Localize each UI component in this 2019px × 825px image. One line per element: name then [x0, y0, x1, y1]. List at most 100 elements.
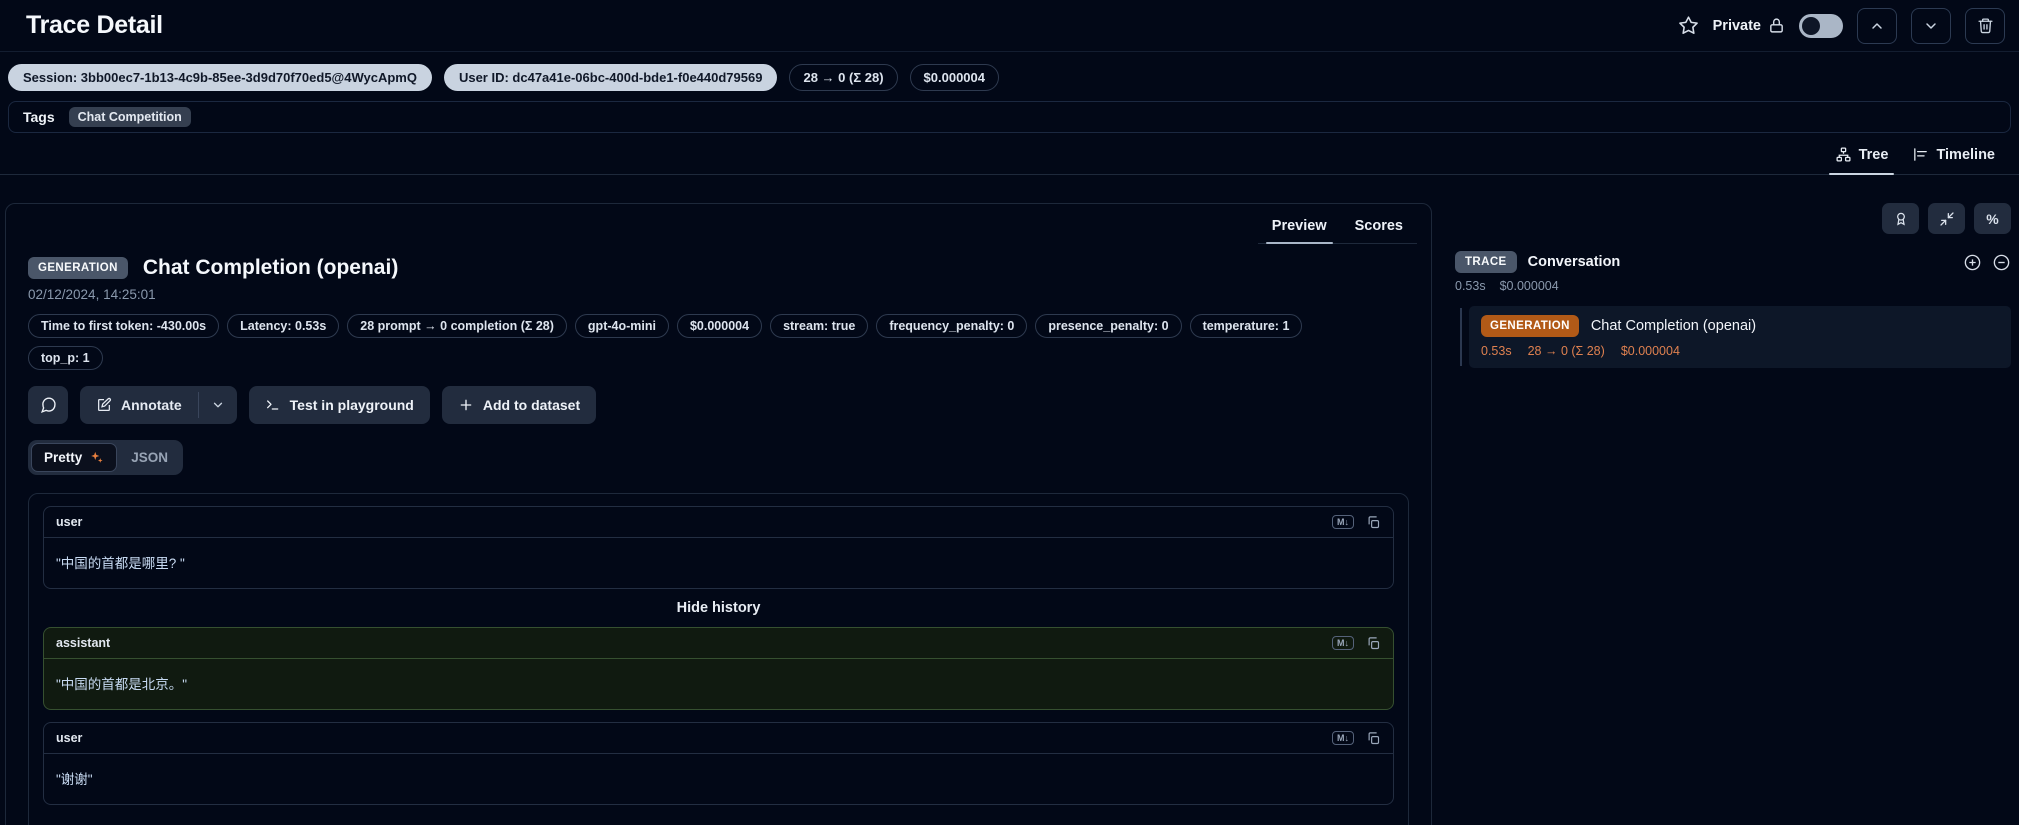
message-header: user M↓	[44, 507, 1393, 538]
copy-icon[interactable]	[1366, 636, 1381, 651]
frequency-penalty-pill: frequency_penalty: 0	[876, 314, 1027, 338]
token-usage-badge: 28 → 0 (Σ 28)	[789, 64, 897, 91]
trace-tree-panel: % TRACE Conversation 0.53s $0.000004 GEN…	[1455, 203, 2011, 368]
tab-preview[interactable]: Preview	[1258, 210, 1341, 243]
tree-item-generation[interactable]: GENERATION Chat Completion (openai) 0.53…	[1469, 306, 2011, 368]
observation-detail-card: Preview Scores GENERATION Chat Completio…	[5, 203, 1432, 825]
top-p-pill: top_p: 1	[28, 346, 103, 370]
tag-chip[interactable]: Chat Competition	[69, 107, 191, 127]
chevron-down-icon	[211, 398, 225, 412]
tags-container[interactable]: Tags Chat Competition	[8, 101, 2011, 133]
message-content: "中国的首都是北京。"	[44, 659, 1393, 709]
hide-history-button[interactable]: Hide history	[43, 600, 1394, 616]
page-header: Trace Detail Private	[0, 0, 2019, 52]
annotate-label: Annotate	[121, 397, 182, 413]
collapse-all-icon[interactable]	[1992, 253, 2011, 272]
format-toggle: Pretty JSON	[28, 440, 183, 475]
observation-metrics: 0.53s 28 → 0 (Σ 28) $0.000004	[1481, 344, 1999, 358]
json-label: JSON	[131, 450, 168, 465]
copy-icon[interactable]	[1366, 731, 1381, 746]
generation-timestamp: 02/12/2024, 14:25:01	[28, 287, 1409, 302]
markdown-icon[interactable]: M↓	[1332, 515, 1354, 529]
privacy-control: Private	[1713, 17, 1785, 34]
collapse-tree-button[interactable]	[1928, 203, 1965, 234]
cost-badge: $0.000004	[910, 64, 999, 91]
add-to-dataset-button[interactable]: Add to dataset	[442, 386, 596, 424]
message-user-2: user M↓ "谢谢"	[43, 722, 1394, 805]
comments-button[interactable]	[28, 386, 68, 424]
stream-pill: stream: true	[770, 314, 868, 338]
trace-type-badge: TRACE	[1455, 251, 1517, 273]
trash-icon	[1977, 17, 1994, 34]
annotate-button[interactable]: Annotate	[80, 386, 198, 424]
next-trace-button[interactable]	[1911, 8, 1951, 44]
message-header: user M↓	[44, 723, 1393, 754]
annotate-pencil-icon	[96, 397, 112, 413]
tab-tree[interactable]: Tree	[1823, 146, 1901, 174]
annotate-dropdown-button[interactable]	[199, 386, 237, 424]
add-to-dataset-label: Add to dataset	[483, 397, 580, 413]
view-tabs: Tree Timeline	[0, 133, 2019, 175]
message-content: "谢谢"	[44, 754, 1393, 804]
cost-pill: $0.000004	[677, 314, 762, 338]
message-role: user	[56, 731, 82, 745]
message-role: user	[56, 515, 82, 529]
temperature-pill: temperature: 1	[1190, 314, 1303, 338]
scores-toggle-button[interactable]	[1882, 203, 1919, 234]
test-in-playground-button[interactable]: Test in playground	[249, 386, 430, 424]
trace-badge-row: Session: 3bb00ec7-1b13-4c9b-85ee-3d9d70f…	[0, 52, 2019, 101]
trace-tree-root[interactable]: TRACE Conversation	[1455, 251, 2011, 273]
tab-timeline-label: Timeline	[1936, 147, 1995, 163]
message-content: "中国的首都是哪里? "	[44, 538, 1393, 588]
format-pretty-button[interactable]: Pretty	[31, 443, 117, 472]
lock-icon	[1768, 17, 1785, 34]
tree-panel-controls: %	[1455, 203, 2011, 234]
tree-indent-guide	[1460, 308, 1462, 366]
trace-metrics: 0.53s $0.000004	[1455, 279, 2011, 293]
star-icon[interactable]	[1678, 15, 1699, 36]
generation-title: Chat Completion (openai)	[143, 256, 399, 280]
timeline-icon	[1912, 146, 1929, 163]
page-title: Trace Detail	[26, 11, 163, 40]
shrink-icon	[1939, 211, 1955, 227]
content-area: Preview Scores GENERATION Chat Completio…	[0, 203, 2019, 825]
privacy-label: Private	[1713, 18, 1761, 34]
generation-actions: Annotate Test in playground Add to datas…	[28, 386, 1409, 424]
message-header: assistant M↓	[44, 628, 1393, 659]
generation-metadata-pills: Time to first token: -430.00s Latency: 0…	[28, 314, 1368, 370]
tab-scores[interactable]: Scores	[1341, 210, 1417, 243]
markdown-icon[interactable]: M↓	[1332, 636, 1354, 650]
percent-icon: %	[1986, 211, 1998, 227]
chevron-up-icon	[1869, 18, 1885, 34]
presence-penalty-pill: presence_penalty: 0	[1035, 314, 1181, 338]
trace-cost: $0.000004	[1500, 279, 1559, 293]
messages-container: user M↓ "中国的首都是哪里? " Hide history assist…	[28, 493, 1409, 825]
user-id-badge[interactable]: User ID: dc47a41e-06bc-400d-bde1-f0e440d…	[444, 64, 778, 91]
plus-icon	[458, 397, 474, 413]
privacy-toggle[interactable]	[1799, 14, 1843, 38]
message-role: assistant	[56, 636, 110, 650]
generation-type-badge: GENERATION	[28, 257, 128, 279]
metrics-toggle-button[interactable]: %	[1974, 203, 2011, 234]
award-icon	[1893, 211, 1909, 227]
observation-tokens: 28 → 0 (Σ 28)	[1528, 344, 1605, 358]
terminal-icon	[265, 397, 281, 413]
model-pill: gpt-4o-mini	[575, 314, 669, 338]
delete-trace-button[interactable]	[1965, 8, 2005, 44]
trace-latency: 0.53s	[1455, 279, 1486, 293]
markdown-icon[interactable]: M↓	[1332, 731, 1354, 745]
comment-icon	[40, 397, 57, 414]
previous-trace-button[interactable]	[1857, 8, 1897, 44]
active-panel-tab-indicator	[1266, 242, 1333, 245]
header-controls: Private	[1678, 8, 2005, 44]
observation-cost: $0.000004	[1621, 344, 1680, 358]
tab-tree-label: Tree	[1859, 147, 1889, 163]
copy-icon[interactable]	[1366, 515, 1381, 530]
chevron-down-icon	[1923, 18, 1939, 34]
active-tab-indicator	[1829, 173, 1895, 176]
tab-preview-label: Preview	[1272, 218, 1327, 234]
session-badge[interactable]: Session: 3bb00ec7-1b13-4c9b-85ee-3d9d70f…	[8, 64, 432, 91]
tab-timeline[interactable]: Timeline	[1900, 146, 2007, 174]
format-json-button[interactable]: JSON	[119, 444, 180, 471]
expand-all-icon[interactable]	[1963, 253, 1982, 272]
